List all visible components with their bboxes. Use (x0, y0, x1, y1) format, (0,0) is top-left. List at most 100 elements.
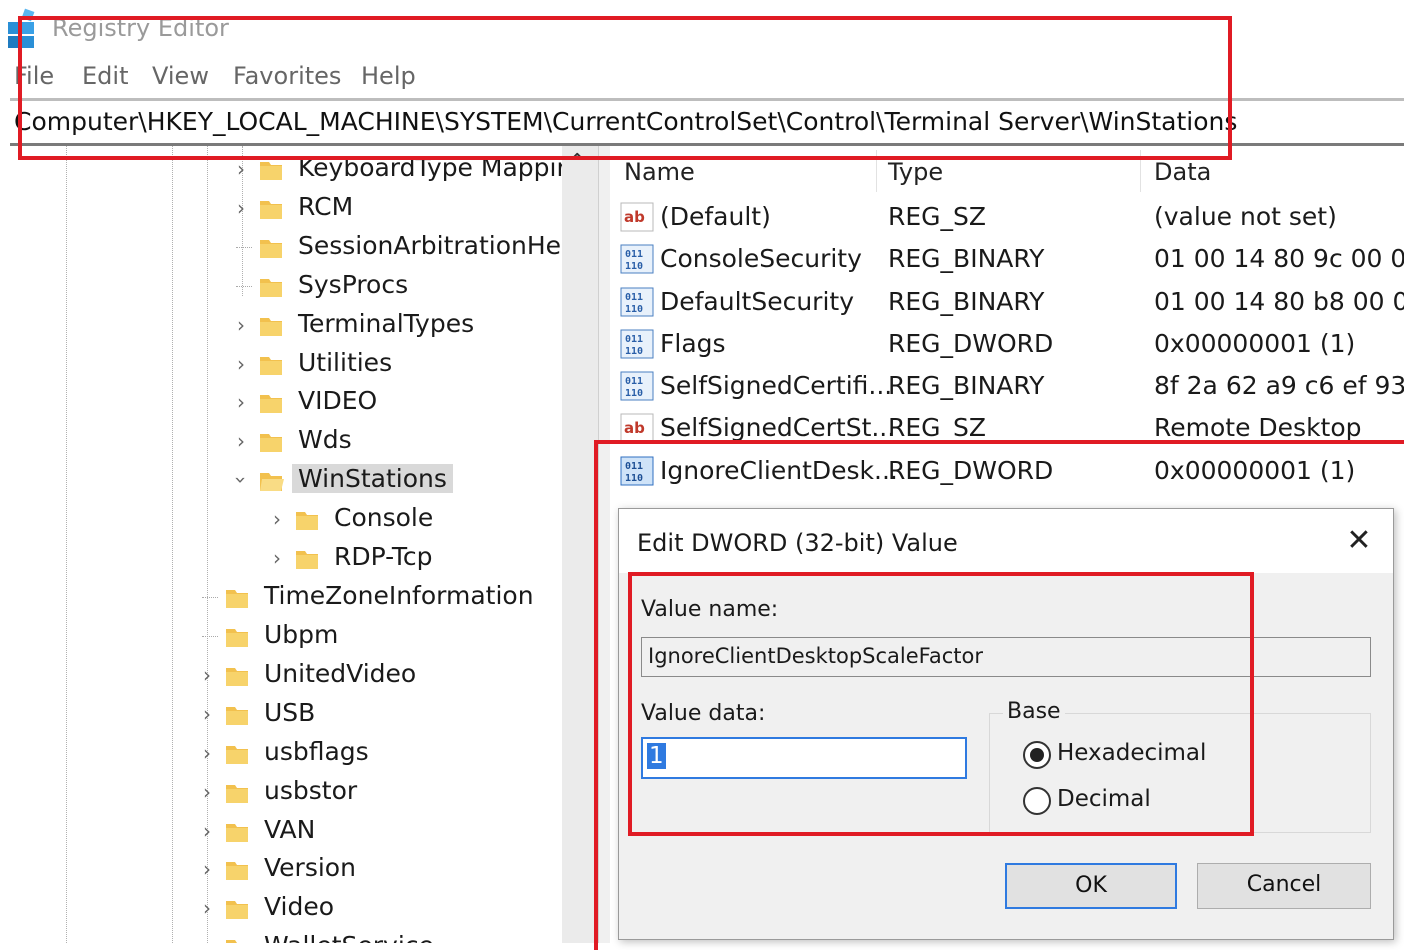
chevron-right-icon[interactable]: › (196, 780, 218, 804)
menu-help[interactable]: Help (361, 62, 416, 90)
svg-text:ab: ab (624, 208, 645, 226)
tree-item-label: SessionArbitrationHel (298, 231, 568, 260)
radio-label-decimal: Decimal (1057, 786, 1151, 812)
value-row-selfsignedcertstore[interactable]: ab SelfSignedCertSt... REG_SZ Remote Des… (612, 407, 1404, 449)
svg-text:011: 011 (625, 249, 643, 260)
folder-open-icon (260, 473, 284, 491)
chevron-right-icon[interactable]: › (266, 546, 288, 570)
value-type: REG_SZ (888, 202, 987, 231)
close-icon[interactable]: ✕ (1339, 521, 1379, 561)
tree-scrollbar[interactable] (562, 146, 598, 943)
value-row-consolesecurity[interactable]: 011 110 ConsoleSecurity REG_BINARY 01 00 … (612, 238, 1404, 280)
tree-item-label: UnitedVideo (264, 659, 417, 688)
column-header-data[interactable]: Data (1154, 158, 1211, 186)
tree-item-label: Ubpm (264, 620, 339, 649)
tree-item-label: SysProcs (298, 270, 409, 299)
chevron-right-icon[interactable]: › (230, 313, 252, 337)
window-title: Registry Editor (52, 14, 229, 42)
folder-icon (226, 785, 248, 803)
chevron-right-icon[interactable]: › (266, 507, 288, 531)
chevron-right-icon[interactable]: › (196, 741, 218, 765)
tree-item-label: usbstor (264, 776, 358, 805)
svg-text:110: 110 (625, 346, 643, 357)
tree-item-label: usbflags (264, 737, 369, 766)
menu-edit[interactable]: Edit (82, 62, 128, 90)
value-type: REG_BINARY (888, 287, 1045, 316)
value-name: (Default) (660, 202, 771, 231)
menu-file[interactable]: File (14, 62, 54, 90)
chevron-right-icon[interactable]: › (196, 702, 218, 726)
value-row-defaultsecurity[interactable]: 011 110 DefaultSecurity REG_BINARY 01 00 … (612, 281, 1404, 323)
tree-item-label: USB (264, 698, 316, 727)
binary-value-icon: 011110 (620, 244, 654, 274)
value-data: 0x00000001 (1) (1154, 456, 1356, 485)
radio-checked-icon[interactable] (1023, 741, 1051, 769)
chevron-right-icon[interactable]: › (196, 935, 218, 943)
value-data: Remote Desktop (1154, 413, 1362, 442)
ok-button[interactable]: OK (1005, 863, 1177, 909)
folder-icon (226, 862, 248, 880)
svg-text:011: 011 (625, 334, 643, 345)
value-name: DefaultSecurity (660, 287, 855, 316)
folder-icon (260, 240, 282, 258)
chevron-right-icon[interactable]: › (196, 857, 218, 881)
tree-item-label: Utilities (298, 348, 393, 377)
column-header-type[interactable]: Type (888, 158, 943, 186)
tree-item-label: RDP-Tcp (334, 542, 433, 571)
value-data: 8f 2a 62 a9 c6 ef 93 0 (1154, 371, 1404, 400)
chevron-right-icon[interactable]: › (230, 157, 252, 181)
folder-icon (260, 395, 282, 413)
column-header-name[interactable]: Name (624, 158, 695, 186)
value-data-text: 1 (647, 743, 666, 769)
chevron-right-icon[interactable]: › (196, 819, 218, 843)
radio-unchecked-icon[interactable] (1023, 787, 1051, 815)
tree-item-label: Video (264, 892, 335, 921)
address-bar-border-top (10, 98, 1404, 101)
value-row-selfsignedcertificate[interactable]: 011 110 SelfSignedCertifi... REG_BINARY 8… (612, 365, 1404, 407)
tree-item-label: WalletService (264, 931, 434, 943)
folder-icon (226, 746, 248, 764)
chevron-right-icon[interactable]: › (196, 663, 218, 687)
folder-icon (260, 201, 282, 219)
value-name-field[interactable]: IgnoreClientDesktopScaleFactor (641, 637, 1371, 677)
tree-item-label: WinStations (292, 464, 453, 493)
tree-item-label: VIDEO (298, 386, 378, 415)
chevron-right-icon[interactable]: › (230, 390, 252, 414)
string-value-icon: ab (620, 413, 654, 443)
registry-editor-icon (8, 8, 35, 48)
chevron-right-icon[interactable]: › (230, 196, 252, 220)
menu-view[interactable]: View (152, 62, 209, 90)
address-bar[interactable]: Computer\HKEY_LOCAL_MACHINE\SYSTEM\Curre… (14, 104, 1404, 142)
value-name: SelfSignedCertifi... (660, 371, 893, 400)
folder-icon (226, 629, 248, 647)
cancel-button[interactable]: Cancel (1197, 863, 1371, 909)
value-data-label: Value data: (641, 701, 766, 726)
value-type: REG_BINARY (888, 244, 1045, 273)
values-list-header: Name Type Data (612, 146, 1404, 194)
value-type: REG_SZ (888, 413, 987, 442)
chevron-right-icon[interactable]: › (196, 896, 218, 920)
value-row-flags[interactable]: 011 110 Flags REG_DWORD 0x00000001 (1) (612, 323, 1404, 365)
value-row-default[interactable]: ab (Default) REG_SZ (value not set) (612, 196, 1404, 238)
chevron-right-icon[interactable]: › (230, 429, 252, 453)
pane-splitter[interactable] (598, 146, 610, 943)
menu-bar: File Edit View Favorites Help (0, 58, 1404, 98)
tree-item-label: VAN (264, 815, 316, 844)
value-data-input[interactable]: 1 (641, 737, 967, 779)
base-groupbox (989, 713, 1371, 833)
value-name: ConsoleSecurity (660, 244, 862, 273)
tree-item-label: TerminalTypes (298, 309, 475, 338)
chevron-right-icon[interactable]: › (230, 352, 252, 376)
svg-text:011: 011 (625, 292, 643, 303)
menu-favorites[interactable]: Favorites (233, 62, 341, 90)
folder-icon (260, 162, 282, 180)
value-data: 01 00 14 80 b8 00 00 (1154, 287, 1404, 316)
tree-item-label: KeyboardType Mappir (298, 153, 567, 182)
folder-icon (260, 279, 282, 297)
chevron-down-icon[interactable]: › (229, 469, 253, 491)
svg-text:110: 110 (625, 304, 643, 315)
scroll-up-arrow-icon[interactable]: ⌃ (568, 150, 586, 175)
folder-icon (260, 434, 282, 452)
value-type: REG_BINARY (888, 371, 1045, 400)
value-row-ignoreclientdesktopscalefactor[interactable]: 011 110 IgnoreClientDesk... REG_DWORD 0x0… (612, 450, 1404, 492)
